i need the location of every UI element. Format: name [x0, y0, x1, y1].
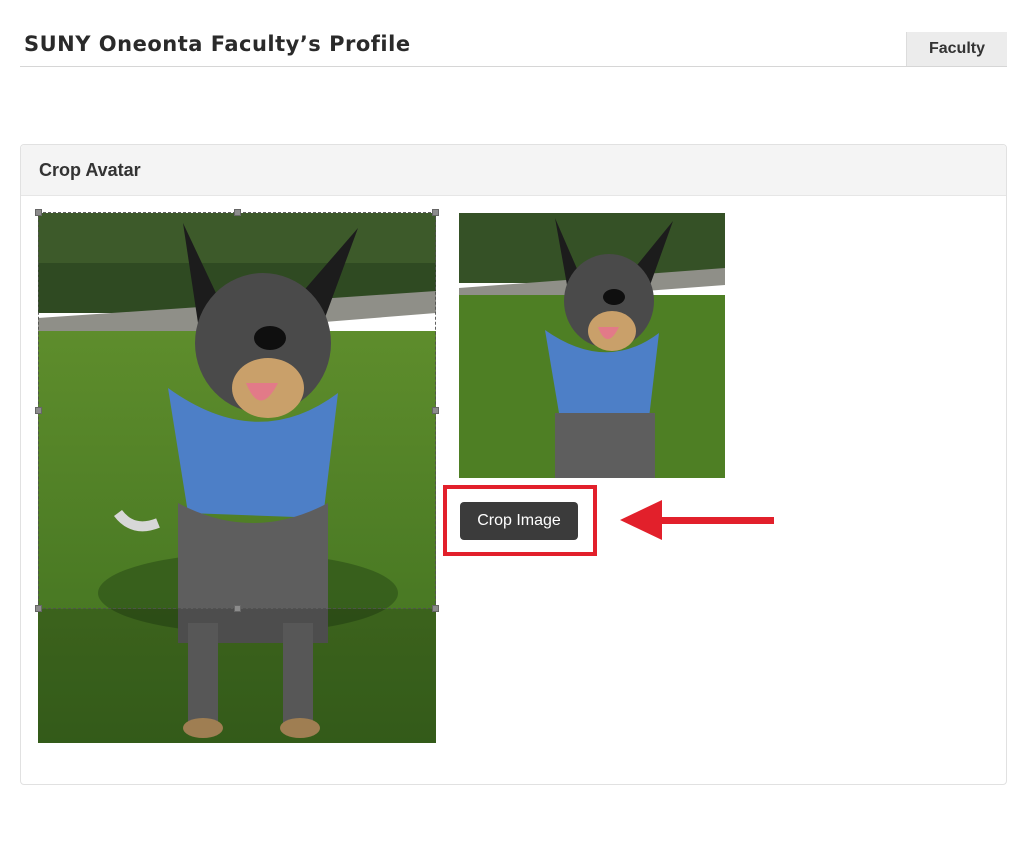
crop-handle-se[interactable]	[432, 605, 439, 612]
page-title: SUNY Oneonta Faculty’s Profile	[24, 32, 411, 56]
avatar-preview	[459, 213, 725, 478]
faculty-tab[interactable]: Faculty	[906, 32, 1007, 66]
arrow-left-icon	[620, 500, 774, 540]
crop-handle-w[interactable]	[35, 407, 42, 414]
panel-title: Crop Avatar	[39, 159, 141, 180]
crop-mask	[38, 609, 436, 743]
header-divider	[20, 66, 1007, 67]
crop-selection[interactable]	[35, 209, 439, 612]
crop-button-highlight	[443, 485, 597, 556]
crop-handle-nw[interactable]	[35, 209, 42, 216]
panel-header: Crop Avatar	[21, 145, 1006, 196]
crop-handle-n[interactable]	[234, 209, 241, 216]
crop-handle-ne[interactable]	[432, 209, 439, 216]
crop-handle-e[interactable]	[432, 407, 439, 414]
crop-handle-s[interactable]	[234, 605, 241, 612]
crop-handle-sw[interactable]	[35, 605, 42, 612]
